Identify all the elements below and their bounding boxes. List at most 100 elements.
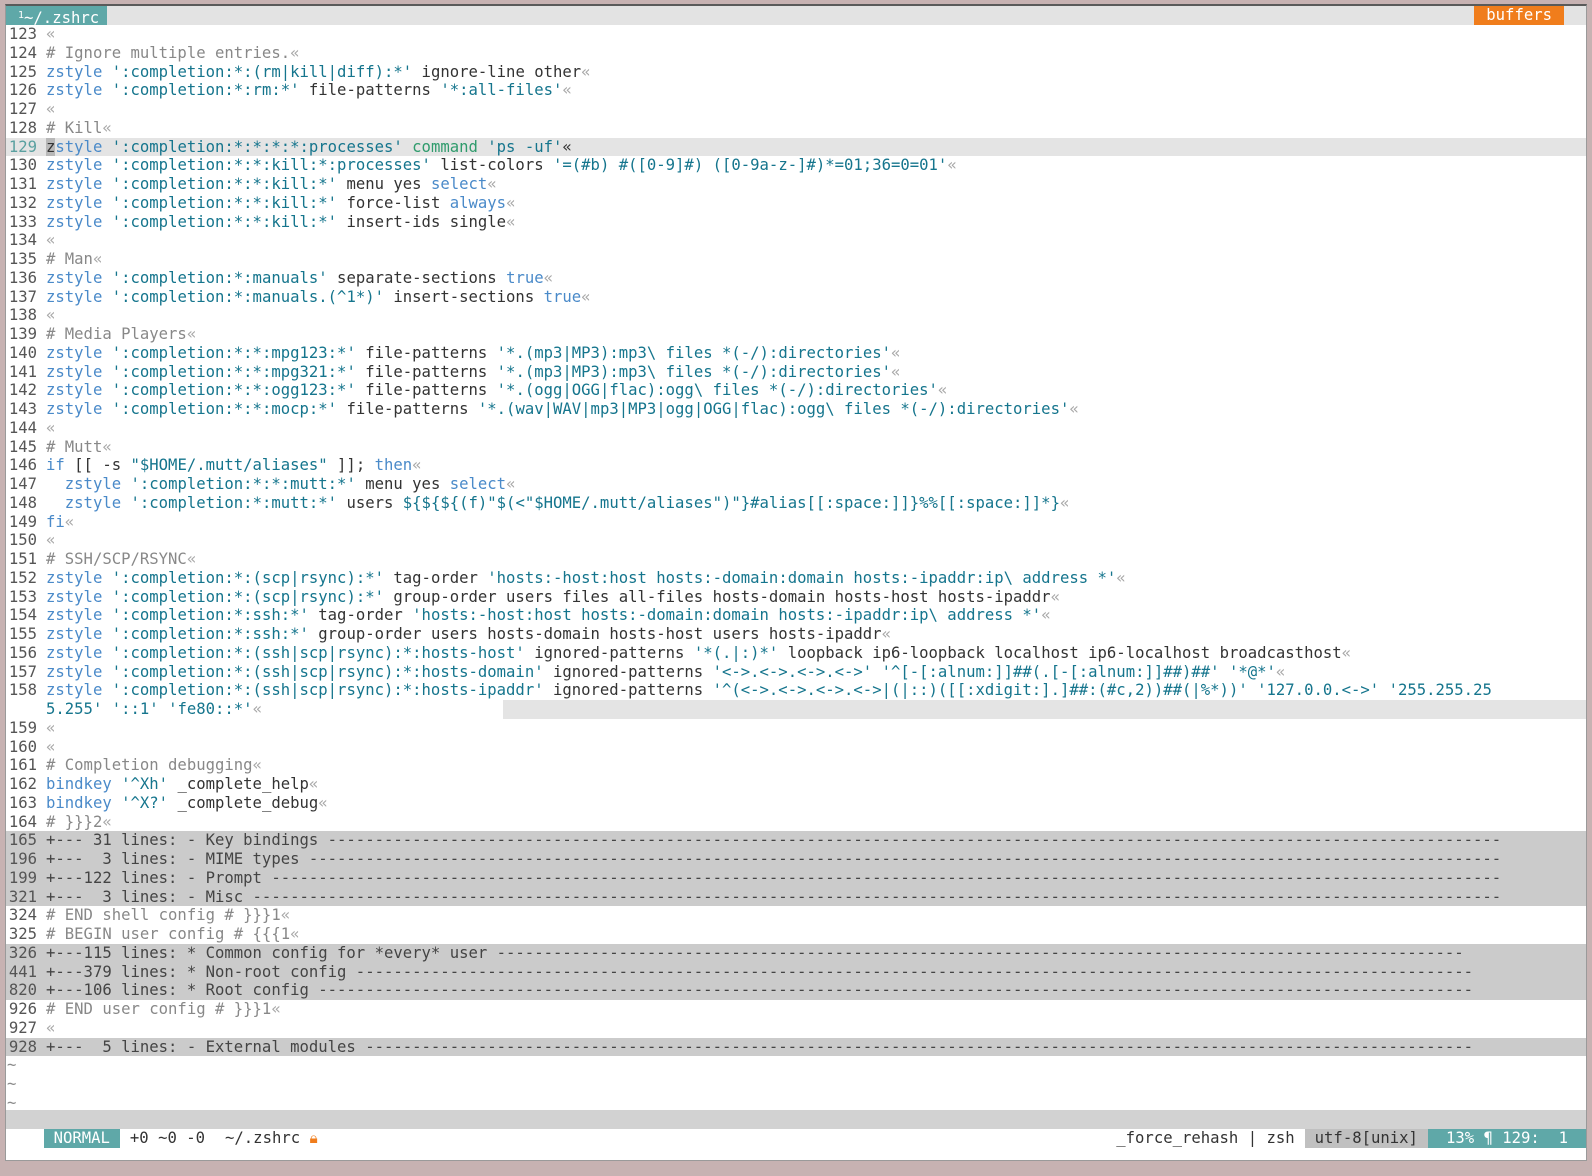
code-line[interactable]: 5.255' '::1' 'fe80::*'« [6, 700, 1586, 719]
code-line[interactable]: 158 zstyle ':completion:*:(ssh|scp|rsync)… [6, 681, 1586, 700]
code-line[interactable]: 128 # Kill« [6, 119, 1586, 138]
code-line[interactable]: 144 « [6, 419, 1586, 438]
code-text: file-patterns [355, 343, 497, 362]
code-line[interactable]: 156 zstyle ':completion:*:(ssh|scp|rsync)… [6, 644, 1586, 663]
code-line[interactable]: 132 zstyle ':completion:*:*:kill:*' force… [6, 194, 1586, 213]
eol-marker: « [412, 456, 422, 475]
fold-line[interactable]: 196 +--- 3 lines: - MIME types ----------… [6, 850, 1586, 869]
code-line[interactable]: 150 « [6, 531, 1586, 550]
file-name: ~/.zshrc [225, 1129, 301, 1147]
string-token: ':completion:*:(rm|kill|diff):*' [111, 62, 413, 81]
code-line[interactable]: 142 zstyle ':completion:*:*:ogg123:*' fil… [6, 381, 1586, 400]
line-number: 324 [8, 906, 37, 925]
string-token: ':completion:*:*:mpg123:*' [111, 343, 356, 362]
fold-line[interactable]: 928 +--- 5 lines: - External modules ----… [6, 1037, 1586, 1057]
line-number: 157 [8, 662, 37, 681]
code-line[interactable]: 157 zstyle ':completion:*:(ssh|scp|rsync)… [6, 663, 1586, 682]
code-line[interactable]: 138 « [6, 306, 1586, 325]
code-line[interactable]: 145 # Mutt« [6, 438, 1586, 457]
line-number: 165 [8, 831, 37, 850]
code-line[interactable]: 161 # Completion debugging« [6, 756, 1586, 775]
code-text: ignored-patterns [543, 662, 713, 681]
code-line[interactable]: 163 bindkey '^X?' _complete_debug« [6, 794, 1586, 813]
code-line[interactable]: 139 # Media Players« [6, 325, 1586, 344]
line-number: 143 [8, 400, 37, 418]
tab-zshrc[interactable]: 1~/.zshrc [6, 6, 108, 27]
keyword-token: zstyle [46, 643, 103, 662]
empty-line-tilde: ~ [7, 1075, 17, 1093]
line-number: 133 [8, 212, 37, 231]
keyword-token: zstyle [46, 62, 103, 81]
code-text: ]]; [327, 456, 375, 475]
code-line[interactable]: 131 zstyle ':completion:*:*:kill:*' menu … [6, 175, 1586, 194]
line-number: 125 [8, 62, 37, 81]
code-line[interactable]: 136 zstyle ':completion:*:manuals' separa… [6, 269, 1586, 288]
fold-line[interactable]: 326 +---115 lines: * Common config for *e… [6, 943, 1586, 963]
code-line[interactable]: 146 if [[ -s "$HOME/.mutt/aliases" ]]; th… [6, 456, 1586, 475]
line-number: 145 [8, 437, 37, 456]
code-line[interactable]: 324 # END shell config # }}}1« [6, 906, 1586, 925]
buffers-indicator[interactable]: buffers [1474, 6, 1564, 25]
file-name-segment: ~/.zshrc 🔒︎ [215, 1129, 326, 1148]
string-token: '*.(mp3|MP3):mp3\ files *(-/):directorie… [496, 362, 891, 381]
keyword-token: then [374, 456, 413, 475]
line-number: 128 [8, 118, 37, 137]
code-line[interactable]: 148 zstyle ':completion:*:mutt:*' users … [6, 494, 1586, 513]
fold-line[interactable]: 441 +---379 lines: * Non-root config ----… [6, 962, 1586, 982]
fold-line[interactable]: 820 +---106 lines: * Root config --------… [6, 981, 1586, 1000]
code-line[interactable]: 123 « [6, 25, 1586, 44]
code-line[interactable]: 159 « [6, 719, 1586, 738]
code-line[interactable]: 127 « [6, 100, 1586, 119]
eol-marker: « [1069, 400, 1079, 418]
eol-marker: « [881, 625, 891, 643]
keyword-token: zstyle [46, 81, 103, 100]
fold-line[interactable]: 165 +--- 31 lines: - Key bindings -------… [6, 831, 1586, 850]
editor-buffer[interactable]: 123 « 124 # Ignore multiple entries. « 125 zst… [6, 25, 1586, 1113]
tabline: 1~/.zshrc buffers [6, 6, 1586, 27]
keyword-token: zstyle [46, 568, 103, 587]
code-line[interactable]: 151 # SSH/SCP/RSYNC« [6, 550, 1586, 569]
code-line[interactable]: 155 zstyle ':completion:*:ssh:*' group-or… [6, 625, 1586, 644]
code-line[interactable]: 134 « [6, 231, 1586, 250]
cursor: z [46, 137, 56, 156]
eol-marker: « [581, 62, 591, 81]
fold-line[interactable]: 199 +---122 lines: - Prompt -------------… [6, 868, 1586, 888]
line-number: 196 [8, 850, 37, 868]
code-line[interactable]: 135 # Man« [6, 250, 1586, 269]
code-line[interactable]: 147 zstyle ':completion:*:*:mutt:*' menu… [6, 475, 1586, 494]
fold-line[interactable]: 321 +--- 3 lines: - Misc ----------------… [6, 887, 1586, 907]
code-line[interactable]: 325 # BEGIN user config # {{{1« [6, 925, 1586, 944]
eol-marker: « [64, 512, 75, 531]
code-line[interactable]: 126 zstyle ':completion:*:rm:*' file-patt… [6, 81, 1586, 100]
code-text: « [562, 137, 572, 156]
code-line[interactable]: 926 # END user config # }}}1« [6, 1000, 1586, 1019]
string-token: ':completion:*:*:mutt:*' [130, 475, 356, 493]
code-line[interactable]: 143 zstyle ':completion:*:*:mocp:*' file-… [6, 400, 1586, 419]
string-token: '255.255.25 [1388, 681, 1492, 700]
code-line[interactable]: 149 fi« [6, 513, 1586, 532]
code-line[interactable]: 141 zstyle ':completion:*:*:mpg321:*' fil… [6, 363, 1586, 382]
cursor-line[interactable]: 129 zstyle ':completion:*:*:*:*:processes… [6, 137, 1586, 157]
line-number: 154 [8, 606, 37, 625]
code-line[interactable]: 154 zstyle ':completion:*:ssh:*' tag-orde… [6, 606, 1586, 625]
code-line[interactable]: 153 zstyle ':completion:*:(scp|rsync):*' … [6, 588, 1586, 607]
line-number: 325 [8, 925, 37, 943]
code-line[interactable]: 125 zstyle ':completion:*:(rm|kill|diff):… [6, 63, 1586, 82]
string-token: '^[-[:alnum:]]##(.[-[:alnum:]]##)##' [881, 662, 1220, 681]
string-token: 5.255' [46, 700, 103, 718]
code-line[interactable]: 140 zstyle ':completion:*:*:mpg123:*' fil… [6, 344, 1586, 363]
code-line[interactable]: 164 # }}}2« [6, 813, 1586, 832]
code-line[interactable]: 160 « [6, 738, 1586, 757]
code-line[interactable]: 162 bindkey '^Xh' _complete_help« [6, 775, 1586, 794]
code-line[interactable]: 927 « [6, 1019, 1586, 1038]
code-line[interactable]: 137 zstyle ':completion:*:manuals.(^1*)' … [6, 288, 1586, 307]
code-line[interactable]: 152 zstyle ':completion:*:(scp|rsync):*' … [6, 569, 1586, 588]
string-token: ':completion:*:*:mocp:*' [111, 400, 338, 418]
code-line[interactable]: 130 zstyle ':completion:*:*:kill:*:proces… [6, 156, 1586, 175]
code-line[interactable]: 124 # Ignore multiple entries.« [6, 44, 1586, 63]
line-number: 321 [8, 887, 37, 906]
code-line[interactable]: 133 zstyle ':completion:*:*:kill:*' inser… [6, 213, 1586, 232]
line-number: 820 [8, 981, 37, 1000]
